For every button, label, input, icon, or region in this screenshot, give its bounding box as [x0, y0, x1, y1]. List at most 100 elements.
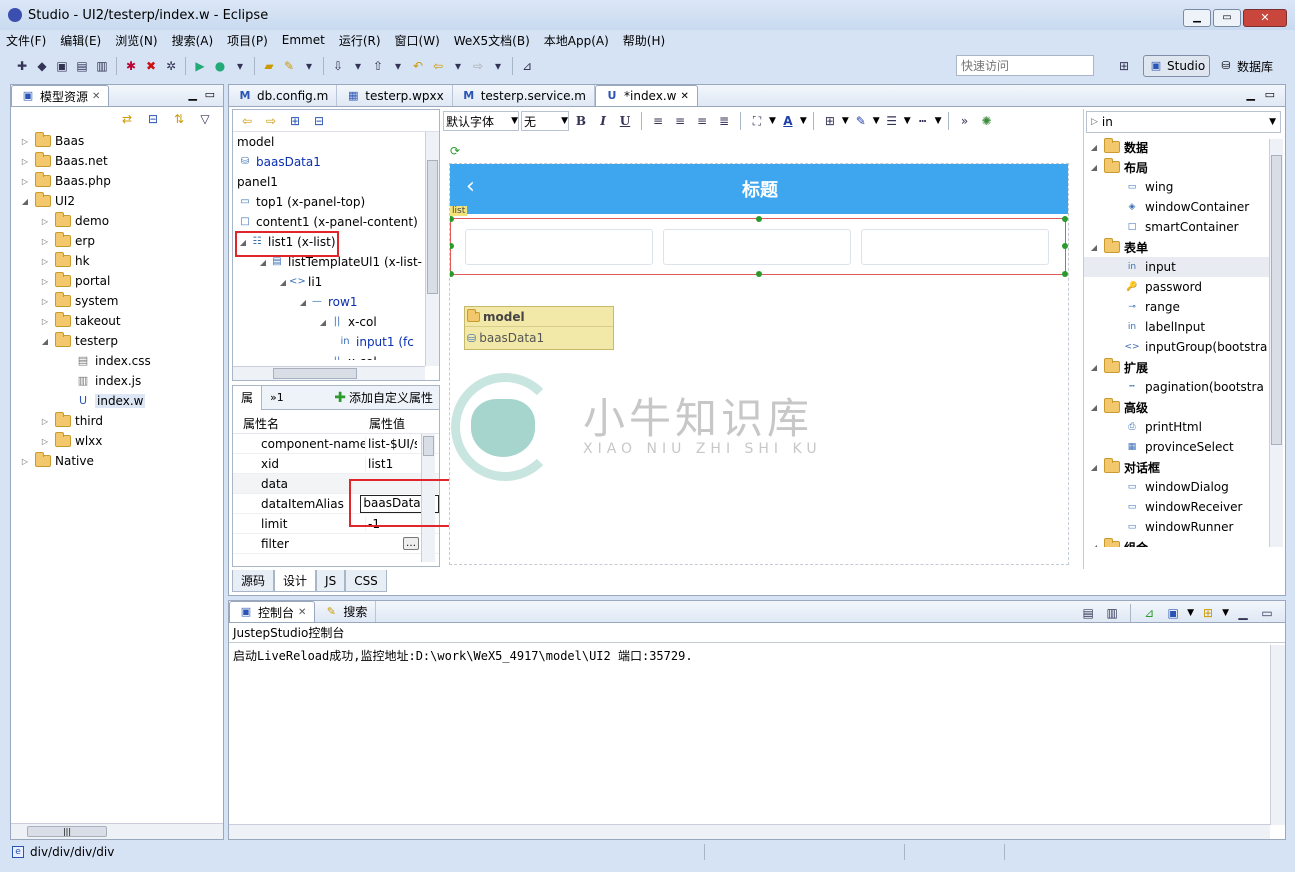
palette-item[interactable]: in input: [1084, 257, 1283, 277]
collapse-arrow-icon[interactable]: ◢: [1088, 143, 1100, 152]
collapse-arrow-icon[interactable]: ◢: [1088, 543, 1100, 548]
ellipsis-button[interactable]: …: [403, 537, 419, 550]
line-color-icon[interactable]: ✎: [851, 111, 871, 131]
palette-item[interactable]: □ smartContainer: [1084, 217, 1283, 237]
palette-item[interactable]: in labelInput: [1084, 317, 1283, 337]
palette-vscrollbar[interactable]: [1269, 139, 1283, 547]
explorer-item[interactable]: ▷ takeout: [19, 311, 223, 331]
back-icon[interactable]: ⇦: [428, 56, 448, 76]
expand-arrow-icon[interactable]: ▷: [39, 237, 51, 246]
quick-access-input[interactable]: [956, 55, 1094, 76]
prev-annotation-icon[interactable]: ⇧: [368, 56, 388, 76]
close-tab-icon[interactable]: ✕: [298, 607, 306, 618]
menu-item[interactable]: 搜索(A): [172, 32, 214, 49]
editor-tab[interactable]: Mtesterp.service.m: [453, 85, 595, 106]
outline-item[interactable]: ◢||x-col: [235, 352, 439, 360]
open-folder-icon[interactable]: ▰: [259, 56, 279, 76]
outline-collapse-icon[interactable]: ⊟: [309, 111, 329, 131]
palette-group[interactable]: ◢ 高级: [1084, 397, 1283, 417]
menu-item[interactable]: WeX5文档(B): [454, 32, 530, 49]
palette-item[interactable]: ▭ windowDialog: [1084, 477, 1283, 497]
last-edit-icon[interactable]: ↶: [408, 56, 428, 76]
explorer-item[interactable]: ▷ Baas.net: [19, 151, 223, 171]
collapse-arrow-icon[interactable]: ◢: [1088, 363, 1100, 372]
pin-console-icon[interactable]: ⊿: [1139, 603, 1159, 623]
maximize-editor-icon[interactable]: ▭: [1265, 88, 1275, 101]
menu-item[interactable]: 运行(R): [339, 32, 381, 49]
open-icon[interactable]: ◆: [32, 56, 52, 76]
outline-item[interactable]: □ content1 (x-panel-content): [235, 212, 439, 232]
menu-item[interactable]: 文件(F): [6, 32, 46, 49]
outline-vscrollbar[interactable]: [425, 132, 439, 366]
explorer-item[interactable]: ◢ testerp: [19, 331, 223, 351]
line-width-icon[interactable]: ☰: [882, 111, 902, 131]
maximize-button[interactable]: ▭: [1213, 9, 1241, 27]
expand-arrow-icon[interactable]: ▷: [39, 417, 51, 426]
explorer-item[interactable]: ▷ erp: [19, 231, 223, 251]
outline-item[interactable]: model: [235, 132, 439, 152]
outline-back-icon[interactable]: ⇦: [237, 111, 257, 131]
palette-item[interactable]: ▭ windowReceiver: [1084, 497, 1283, 517]
menu-item[interactable]: 窗口(W): [395, 32, 440, 49]
border-icon[interactable]: ⊞: [820, 111, 840, 131]
palette-item[interactable]: ⊸ range: [1084, 297, 1283, 317]
expand-arrow-icon[interactable]: ▷: [19, 137, 31, 146]
collapse-all-icon[interactable]: ⊟: [143, 109, 163, 129]
explorer-item[interactable]: ▷ demo: [19, 211, 223, 231]
expand-arrow-icon[interactable]: ▷: [19, 177, 31, 186]
line-style-icon[interactable]: ┅: [913, 111, 933, 131]
font-select[interactable]: 默认字体 ▼: [443, 111, 519, 131]
explorer-item[interactable]: ▷ Baas: [19, 131, 223, 151]
palette-group[interactable]: ◢ 布局: [1084, 157, 1283, 177]
sync-icon[interactable]: ⇅: [169, 109, 189, 129]
prop-row[interactable]: xid list1: [233, 454, 439, 474]
justify-icon[interactable]: ≣: [714, 111, 734, 131]
expand-arrow-icon[interactable]: ▷: [19, 457, 31, 466]
prop-value[interactable]: list1: [365, 456, 417, 471]
dropdown-icon[interactable]: ▾: [448, 56, 468, 76]
close-tab-icon[interactable]: ✕: [680, 91, 688, 102]
stop-icon[interactable]: ✖: [141, 56, 161, 76]
tab-search[interactable]: ✎ 搜索: [315, 601, 377, 622]
collapse-arrow-icon[interactable]: ◢: [257, 258, 269, 267]
palette-group[interactable]: ◢ 组合: [1084, 537, 1283, 547]
scroll-lock-icon[interactable]: ▥: [1102, 603, 1122, 623]
palette-group[interactable]: ◢ 数据: [1084, 137, 1283, 157]
collapse-arrow-icon[interactable]: ◢: [277, 278, 289, 287]
list1-selection[interactable]: [450, 216, 1068, 277]
prop-value[interactable]: list-$UI/s: [365, 436, 417, 451]
outline-item[interactable]: ◢||x-col: [235, 312, 439, 332]
collapse-arrow-icon[interactable]: ◢: [1088, 403, 1100, 412]
maximize-console-icon[interactable]: ▭: [1257, 603, 1277, 623]
horizontal-scrollbar[interactable]: |||: [11, 823, 223, 839]
explorer-item[interactable]: ▷ hk: [19, 251, 223, 271]
explorer-item[interactable]: ▷ Native: [19, 451, 223, 471]
expand-arrow-icon[interactable]: ▷: [39, 297, 51, 306]
expand-arrow-icon[interactable]: ▷: [39, 257, 51, 266]
dropdown-icon[interactable]: ▾: [299, 56, 319, 76]
mode-tab[interactable]: JS: [316, 570, 346, 592]
mode-tab[interactable]: CSS: [345, 570, 387, 592]
close-button[interactable]: ✕: [1243, 9, 1287, 27]
forward-icon[interactable]: ⇨: [468, 56, 488, 76]
outline-item[interactable]: in input1 (fc: [235, 332, 439, 352]
palette-item[interactable]: ┅ pagination(bootstra: [1084, 377, 1283, 397]
menu-item[interactable]: 浏览(N): [115, 32, 157, 49]
link-editor-icon[interactable]: ⇄: [117, 109, 137, 129]
outline-expand-icon[interactable]: ⊞: [285, 111, 305, 131]
palette-item[interactable]: ◈ windowContainer: [1084, 197, 1283, 217]
view-menu-icon[interactable]: ▽: [195, 109, 215, 129]
palette-group[interactable]: ◢ 扩展: [1084, 357, 1283, 377]
run-icon[interactable]: ▶: [190, 56, 210, 76]
back-chevron-icon[interactable]: ‹: [466, 174, 475, 199]
collapse-arrow-icon[interactable]: ◢: [1088, 163, 1100, 172]
size-select[interactable]: 无 ▼: [521, 111, 569, 131]
pencil-icon[interactable]: ✎: [279, 56, 299, 76]
print-icon[interactable]: ▥: [92, 56, 112, 76]
editor-tab[interactable]: Mdb.config.m: [229, 85, 338, 106]
outline-forward-icon[interactable]: ⇨: [261, 111, 281, 131]
open-console-icon[interactable]: ⊞: [1198, 603, 1218, 623]
explorer-item[interactable]: Uindex.w: [19, 391, 223, 411]
outline-item[interactable]: ◢ <> li1: [235, 272, 439, 292]
expand-arrow-icon[interactable]: ▷: [39, 277, 51, 286]
